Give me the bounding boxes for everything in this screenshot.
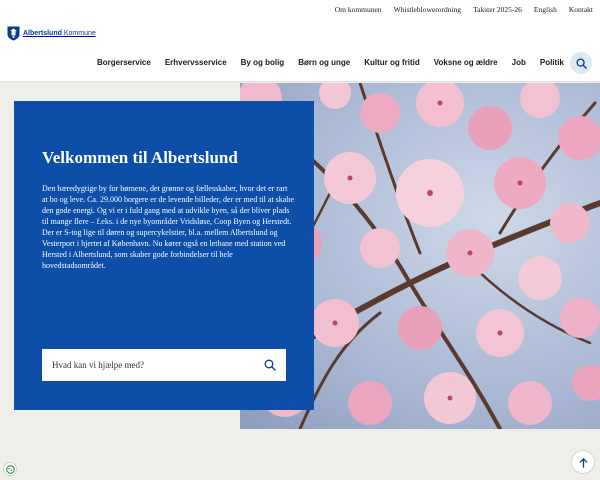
link-whistleblowerordning[interactable]: Whistleblowerordning	[394, 5, 462, 14]
page-title: Velkommen til Albertslund	[42, 148, 238, 167]
nav-job[interactable]: Job	[505, 58, 533, 67]
utility-links: Om kommunen Whistleblowerordning Takster…	[335, 5, 593, 14]
nav-kultur-og-fritid[interactable]: Kultur og fritid	[357, 58, 427, 67]
utility-bar: Om kommunen Whistleblowerordning Takster…	[0, 0, 600, 20]
search-icon	[575, 57, 587, 69]
nav-voksne-og-aeldre[interactable]: Voksne og ældre	[427, 58, 505, 67]
link-english[interactable]: English	[534, 5, 557, 14]
welcome-panel: Velkommen til Albertslund Den bæredygtig…	[14, 101, 314, 410]
nav-borgerservice[interactable]: Borgerservice	[90, 58, 158, 67]
logo-text: Albertslund Kommune	[23, 30, 96, 37]
site-header: Albertslund Kommune Borgerservice Erhver…	[0, 20, 600, 82]
nav-erhvervsservice[interactable]: Erhvervsservice	[158, 58, 234, 67]
hero-section: Velkommen til Albertslund Den bæredygtig…	[0, 83, 600, 429]
nav-politik[interactable]: Politik	[533, 58, 571, 67]
link-om-kommunen[interactable]: Om kommunen	[335, 5, 382, 14]
search-input[interactable]	[52, 360, 264, 370]
arrow-up-icon	[579, 457, 587, 468]
link-takster[interactable]: Takster 2025-26	[473, 5, 522, 14]
main-navigation: Borgerservice Erhvervsservice By og boli…	[90, 58, 571, 67]
header-search-button[interactable]	[570, 52, 592, 74]
search-icon	[264, 359, 276, 371]
nav-born-og-unge[interactable]: Børn og unge	[291, 58, 357, 67]
scroll-to-top-button[interactable]	[571, 450, 595, 474]
search-submit-button[interactable]	[264, 359, 276, 371]
nav-by-og-bolig[interactable]: By og bolig	[234, 58, 292, 67]
cookie-icon	[5, 464, 15, 474]
site-logo[interactable]: Albertslund Kommune	[7, 26, 96, 41]
intro-text: Den bæredygtige by for børnene, det grøn…	[42, 184, 294, 270]
link-kontakt[interactable]: Kontakt	[569, 5, 593, 14]
cookie-settings-button[interactable]	[3, 462, 17, 476]
site-search	[42, 349, 286, 381]
crest-icon	[7, 26, 20, 41]
